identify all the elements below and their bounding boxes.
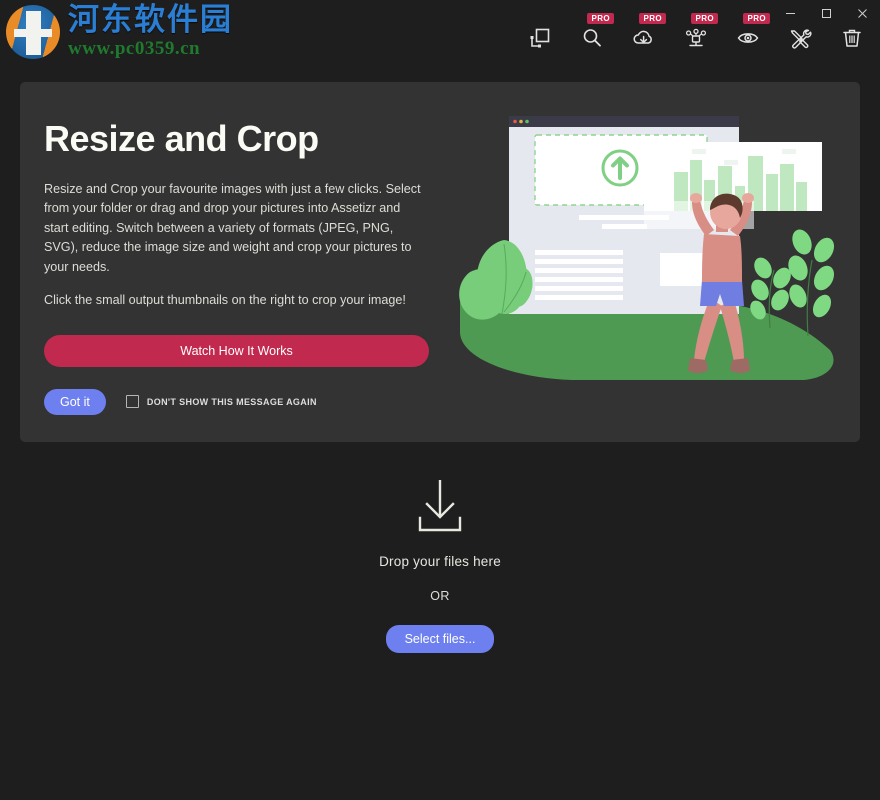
watermark-text: 河东软件园 www.pc0359.cn [68, 2, 233, 59]
download-arrow-icon [418, 480, 462, 532]
file-drop-zone[interactable]: Drop your files here OR Select files... [0, 478, 880, 653]
tools-icon [790, 29, 812, 49]
info-panel-content: Resize and Crop Resize and Crop your fav… [44, 120, 454, 415]
delete-tool[interactable] [834, 22, 870, 54]
watermark-url-text: www.pc0359.cn [68, 38, 201, 59]
share-network-tool[interactable]: PRO [678, 13, 718, 54]
cloud-download-icon [633, 30, 652, 44]
eye-icon [737, 33, 759, 43]
illustration-graphic [459, 116, 835, 380]
preview-tool[interactable]: PRO [730, 13, 770, 54]
settings-tools[interactable] [782, 22, 818, 54]
title-bar: 河东软件园 www.pc0359.cn PRO PRO PRO PRO [0, 0, 880, 62]
watermark-logo: 河东软件园 www.pc0359.cn [6, 5, 233, 59]
download-arrow-icon-wrap [415, 478, 465, 536]
resize-crop-tool[interactable] [522, 22, 558, 54]
info-panel-actions: Got it DON'T SHOW THIS MESSAGE AGAIN [44, 388, 454, 415]
search-icon [583, 29, 601, 47]
page-title: Resize and Crop [44, 118, 319, 159]
pro-badge: PRO [691, 13, 718, 24]
info-panel: Resize and Crop Resize and Crop your fav… [20, 82, 860, 442]
dont-show-again-label: DON'T SHOW THIS MESSAGE AGAIN [146, 396, 317, 407]
pro-badge: PRO [639, 13, 666, 24]
got-it-button[interactable]: Got it [44, 388, 106, 415]
resize-crop-illustration [452, 102, 852, 402]
close-icon [857, 8, 867, 18]
maximize-icon [821, 8, 831, 18]
share-network-icon [685, 28, 707, 47]
trash-icon [843, 29, 861, 47]
watermark-badge-icon [6, 5, 60, 59]
search-tool[interactable]: PRO [574, 13, 614, 54]
dont-show-again-checkbox[interactable]: DON'T SHOW THIS MESSAGE AGAIN [125, 395, 317, 409]
minimize-icon [785, 12, 795, 14]
pro-badge: PRO [743, 13, 770, 24]
checkbox-box-icon[interactable] [125, 395, 139, 409]
description-paragraph-1: Resize and Crop your favourite images wi… [44, 181, 421, 274]
resize-crop-icon [530, 28, 550, 48]
cloud-download-tool[interactable]: PRO [626, 13, 666, 54]
info-panel-description: Resize and Crop your favourite images wi… [44, 180, 428, 311]
watch-how-it-works-button[interactable]: Watch How It Works [44, 334, 429, 367]
watermark-chinese-text: 河东软件园 [68, 2, 233, 38]
or-separator-text: OR [430, 589, 450, 603]
drop-files-text: Drop your files here [379, 554, 501, 569]
description-paragraph-2: Click the small output thumbnails on the… [44, 293, 406, 308]
pro-badge: PRO [587, 13, 614, 24]
select-files-button[interactable]: Select files... [385, 625, 495, 653]
toolbar: PRO PRO PRO PRO [522, 13, 870, 54]
